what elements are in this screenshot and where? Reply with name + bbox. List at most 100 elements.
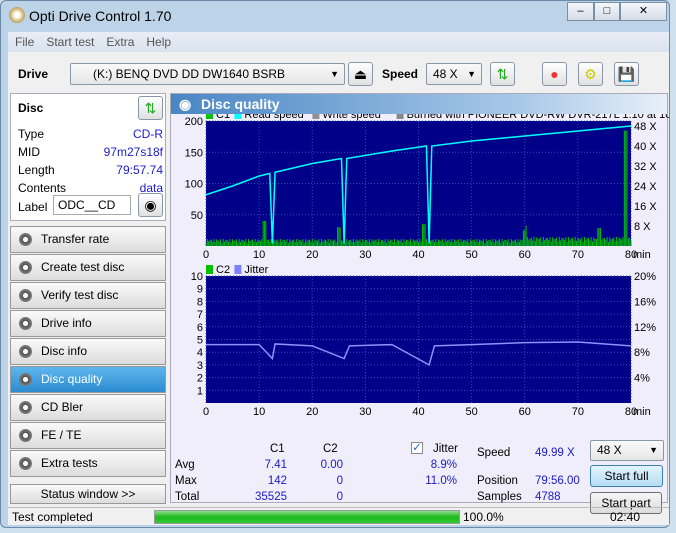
toolbar: Drive (K:) BENQ DVD DD DW1640 BSRB ▼ ⏏ Sp… [8,58,669,88]
disc-row: MID 97m27s18f [18,145,163,159]
row-key: Contents [18,181,67,195]
nav-label: Disc info [41,344,88,358]
nav-label: CD Bler [41,400,84,414]
charts: 0 10 20 30 40 50 60 70 80min501001502008 X16 X24… [185,114,669,418]
y2-tick-label: 24 X [634,181,657,193]
y-tick-label: 200 [185,116,203,128]
drive-select[interactable]: (K:) BENQ DVD DD DW1640 BSRB ▼ [70,63,345,85]
menu-extra[interactable]: Extra [106,35,134,49]
nav-drive-info[interactable]: Drive info [10,310,166,337]
disc-icon: ◉ [179,96,192,112]
cd-icon[interactable]: ◉ [138,193,163,217]
nav-verify-test-disc[interactable]: Verify test disc [10,282,166,309]
y2-tick-label: 40 X [634,141,657,153]
y-tick-label: 150 [185,147,203,159]
stat-jitter: 11.0% [425,475,457,487]
y-tick-label: 3 [197,360,203,372]
jitter-header: Jitter [433,443,458,455]
label-key: Label [18,200,48,214]
disc-icon [19,233,32,246]
app-window: Opti Drive Control 1.70 – □ ✕ File Start… [0,0,670,528]
disc-icon [19,345,32,358]
stat-label: Avg [175,459,195,471]
test-speed-select[interactable]: 48 X ▼ [590,440,664,461]
erase-icon[interactable]: ● [542,62,567,86]
y-tick-label: 100 [185,179,203,191]
y2-tick-label: 48 X [634,121,657,133]
nav-disc-info[interactable]: Disc info [10,338,166,365]
x-tick-label: 20 [306,406,318,418]
y2-tick-label: 8 X [634,221,651,233]
refresh-disc-button[interactable]: ⇅ [138,96,163,120]
position-label: Position [477,475,518,487]
nav-create-test-disc[interactable]: Create test disc [10,254,166,281]
samples-label: Samples [477,491,522,503]
x-tick-label: 10 [253,249,265,261]
elapsed-time: 02:40 [610,510,641,524]
nav-fe-te[interactable]: FE / TE [10,422,166,449]
stat-c2: 0 [336,475,343,487]
x-tick-label: 20 [306,249,318,261]
row-value: 79:57.74 [116,163,163,177]
panel-title: Disc quality [201,96,280,112]
label-input[interactable]: ODC__CD [53,195,131,215]
legend-label: Write speed [322,114,381,121]
y-tick-label: 5 [197,335,203,347]
maximize-button[interactable]: □ [594,2,620,21]
minimize-button[interactable]: – [567,2,594,21]
settings-icon[interactable]: ⚙ [578,62,603,86]
y2-tick-label: 12% [634,322,656,334]
disc-icon [19,457,32,470]
app-icon [9,7,25,23]
progress-text: 100.0% [463,510,504,524]
status-window-button[interactable]: Status window >> [10,484,166,504]
close-button[interactable]: ✕ [620,2,667,21]
stat-label: Max [175,475,197,487]
menu-file[interactable]: File [15,35,34,49]
refresh-icon[interactable]: ⇅ [490,62,515,86]
nav-label: Verify test disc [41,288,119,302]
row-value: 97m27s18f [103,145,163,159]
start-full-button[interactable]: Start full [590,465,663,487]
nav-label: FE / TE [41,428,82,442]
save-icon[interactable]: 💾 [614,62,639,86]
y2-tick-label: 16% [634,296,656,308]
test-speed-value: 48 X [597,443,622,457]
drive-label: Drive [18,67,49,81]
nav-transfer-rate[interactable]: Transfer rate [10,226,166,253]
panel-header: ◉ Disc quality [171,94,667,114]
x-tick-label: 50 [466,406,478,418]
legend-swatch [234,114,242,119]
menu-help[interactable]: Help [146,35,171,49]
y-tick-label: 1 [197,385,203,397]
nav-extra-tests[interactable]: Extra tests [10,450,166,477]
y-tick-label: 50 [191,210,203,222]
y-tick-label: 4 [197,347,203,359]
chevron-down-icon: ▼ [330,69,339,79]
x-tick-label: 0 [203,406,209,418]
legend-swatch [396,114,404,119]
nav-label: Create test disc [41,260,125,274]
stat-c1: 35525 [255,491,287,503]
x-tick-label: 60 [519,406,531,418]
disc-panel: Disc ⇅ Type CD-R MID 97m27s18f Length 79:57… [10,93,166,221]
legend-label: C2 [216,264,230,276]
legend-swatch [312,114,320,119]
row-value: CD-R [133,127,163,141]
speed-value: 49.99 X [535,447,575,459]
speed-select[interactable]: 48 X ▼ [426,63,482,85]
status-text: Test completed [12,510,93,524]
nav-disc-quality[interactable]: Disc quality [10,366,166,393]
x-tick-label: 30 [359,406,371,418]
menu-start-test[interactable]: Start test [46,35,94,49]
disc-icon [19,373,32,386]
jitter-checkbox[interactable]: ✓ [411,442,423,454]
nav-cd-bler[interactable]: CD Bler [10,394,166,421]
window-title: Opti Drive Control 1.70 [29,8,172,24]
legend-label: Jitter [244,264,268,276]
drive-value: (K:) BENQ DVD DD DW1640 BSRB [93,67,286,81]
y-tick-label: 8 [197,296,203,308]
samples-value: 4788 [535,491,561,503]
nav-label: Extra tests [41,456,98,470]
eject-button[interactable]: ⏏ [348,62,373,86]
